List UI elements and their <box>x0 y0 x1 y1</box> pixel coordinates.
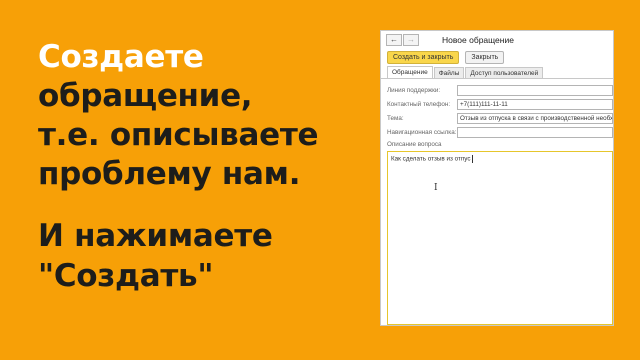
text-caret <box>471 155 473 163</box>
arrow-right-icon: → <box>407 35 415 44</box>
nav-link-field[interactable] <box>457 126 613 138</box>
forward-button[interactable]: → <box>403 34 419 46</box>
cta-line-2: "Создать" <box>38 258 214 294</box>
support-line-field[interactable] <box>457 84 613 96</box>
nav-link-label: Навигационная ссылка: <box>387 128 457 136</box>
subject-row: Тема: Отзыв из отпуска в связи с произво… <box>387 111 613 125</box>
call-to-action: И нажимаете "Создать" <box>38 216 368 296</box>
request-form: Линия поддержки: Контактный телефон: +7(… <box>381 79 613 325</box>
description-textarea[interactable]: Как сделать отзыв из отпус I <box>387 151 613 325</box>
headline-line-2: обращение, <box>38 78 253 114</box>
description-text: Как сделать отзыв из отпус <box>391 155 471 163</box>
create-and-close-button[interactable]: Создать и закрыть <box>387 50 460 64</box>
nav-link-row: Навигационная ссылка: <box>387 125 613 139</box>
subject-field[interactable]: Отзыв из отпуска в связи с производствен… <box>457 112 613 124</box>
contact-phone-field[interactable]: +7(111)111-11-11 <box>457 98 613 110</box>
cta-line-1: И нажимаете <box>38 218 273 254</box>
description-label: Описание вопроса <box>387 141 442 148</box>
window-title: Новое обращение <box>442 35 514 45</box>
headline: Создаете обращение, т.е. описываете проб… <box>38 38 368 194</box>
new-request-window: ← → Новое обращение Создать и закрыть За… <box>380 30 614 326</box>
headline-line-4: проблему нам. <box>38 156 301 192</box>
window-titlebar: ← → Новое обращение <box>381 31 613 49</box>
toolbar: Создать и закрыть Закрыть <box>381 49 613 65</box>
close-button[interactable]: Закрыть <box>465 50 505 64</box>
contact-phone-label: Контактный телефон: <box>387 100 451 108</box>
tab-user-access[interactable]: Доступ пользователей <box>465 67 544 78</box>
support-line-row: Линия поддержки: <box>387 83 613 97</box>
tab-request[interactable]: Обращение <box>387 66 433 78</box>
headline-line-1: Создаете <box>38 39 204 75</box>
arrow-left-icon: ← <box>390 35 398 44</box>
headline-line-3: т.е. описываете <box>38 117 319 153</box>
support-line-label: Линия поддержки: <box>387 86 441 94</box>
contact-phone-row: Контактный телефон: +7(111)111-11-11 <box>387 97 613 111</box>
tab-bar: Обращение Файлы Доступ пользователей <box>381 65 613 79</box>
back-button[interactable]: ← <box>386 34 402 46</box>
tab-files[interactable]: Файлы <box>433 67 465 78</box>
subject-label: Тема: <box>387 114 404 122</box>
text-cursor-icon: I <box>434 183 438 193</box>
slide-text: Создаете обращение, т.е. описываете проб… <box>38 38 368 296</box>
